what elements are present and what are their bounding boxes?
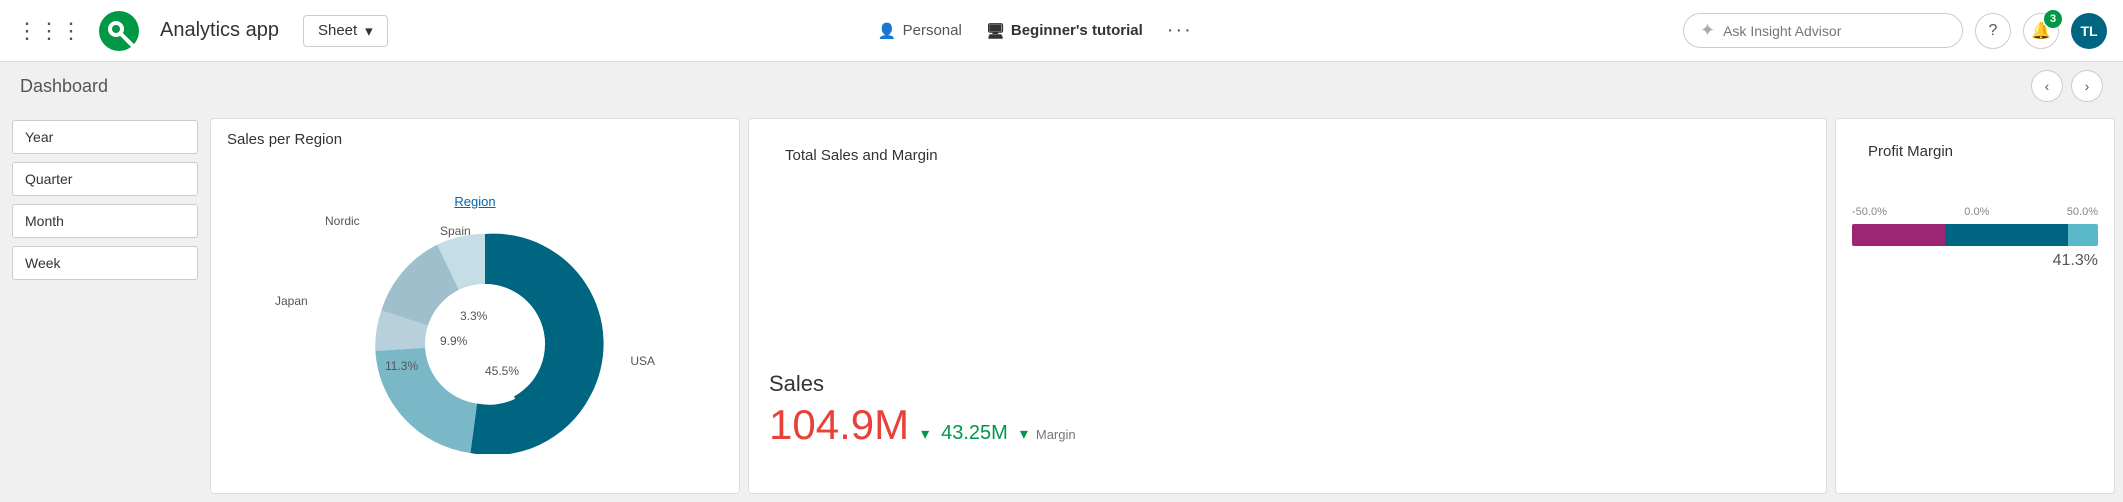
margin-label: Margin (1036, 427, 1076, 442)
margin-arrow-icon: ▾ (1020, 424, 1028, 444)
tutorial-button[interactable]: 🖥 Beginner's tutorial (986, 22, 1143, 40)
profit-bar-magenta (1852, 224, 1945, 246)
question-icon: ? (1989, 22, 1998, 40)
profit-value: 41.3% (1852, 252, 2098, 270)
nordic-label: Nordic (325, 214, 360, 228)
prev-sheet-button[interactable]: ‹ (2031, 70, 2063, 102)
notification-button[interactable]: 🔔 3 (2023, 13, 2059, 49)
filter-quarter[interactable]: Quarter (12, 162, 198, 196)
sales-region-title: Sales per Region (211, 119, 739, 154)
usa-label: USA (630, 354, 655, 368)
sales-per-region-panel: Sales per Region Region (210, 118, 740, 494)
axis-left: -50.0% (1852, 206, 1887, 218)
axis-center: 0.0% (1964, 206, 1989, 218)
personal-button[interactable]: 👤 Personal (878, 22, 962, 40)
profit-bar-teal (1945, 224, 2068, 246)
nav-right: ✦ ? 🔔 3 TL (1683, 13, 2107, 49)
total-sales-title: Total Sales and Margin (769, 135, 1806, 170)
profit-bar-light (2068, 224, 2098, 246)
more-menu-button[interactable]: ··· (1167, 19, 1193, 42)
japan-label: Japan (275, 294, 308, 308)
dashboard-nav: ‹ › (2031, 70, 2103, 102)
filter-month[interactable]: Month (12, 204, 198, 238)
spain-pct: 3.3% (460, 309, 487, 323)
axis-right: 50.0% (2067, 206, 2098, 218)
chevron-down-icon: ▾ (365, 22, 373, 40)
spain-label: Spain (440, 224, 471, 238)
donut-chart-svg (265, 194, 685, 454)
sales-region-chart: Region (211, 154, 739, 493)
monitor-icon: 🖥 (986, 22, 1005, 40)
notification-badge: 3 (2044, 10, 2062, 28)
sheet-label: Sheet (318, 22, 357, 39)
insight-advisor-bar[interactable]: ✦ (1683, 13, 1963, 48)
nav-center: 👤 Personal 🖥 Beginner's tutorial ··· (400, 19, 1671, 42)
sheet-dropdown[interactable]: Sheet ▾ (303, 15, 388, 47)
dashboard-header: Dashboard ‹ › (0, 62, 2123, 110)
total-sales-panel: Total Sales and Margin Sales 104.9M ▾ 43… (748, 118, 1827, 494)
main-content: Year Quarter Month Week Sales per Region… (0, 110, 2123, 502)
chart-center (375, 233, 603, 453)
profit-bar (1852, 224, 2098, 246)
avatar[interactable]: TL (2071, 13, 2107, 49)
usa-pct: 45.5% (485, 364, 519, 378)
grid-icon[interactable]: ⋮⋮⋮ (16, 18, 82, 44)
filter-week[interactable]: Week (12, 246, 198, 280)
down-arrow-icon: ▾ (921, 424, 929, 444)
sparkle-icon: ✦ (1700, 20, 1715, 41)
japan-pct: 11.3% (385, 359, 418, 373)
sales-main-value: 104.9M (769, 401, 909, 449)
topnav: ⋮⋮⋮ Analytics app Sheet ▾ 👤 Personal 🖥 B… (0, 0, 2123, 62)
next-sheet-button[interactable]: › (2071, 70, 2103, 102)
profit-margin-panel: Profit Margin -50.0% 0.0% 50.0% 41.3% (1835, 118, 2115, 494)
sidebar: Year Quarter Month Week (0, 110, 210, 502)
sales-label: Sales (769, 371, 1806, 401)
profit-axis: -50.0% 0.0% 50.0% (1852, 206, 2098, 218)
dashboard-title: Dashboard (20, 76, 108, 97)
qlik-logo[interactable] (98, 10, 140, 52)
region-legend-label: Region (454, 194, 495, 209)
other-pct: 9.9% (440, 334, 467, 348)
insight-advisor-input[interactable] (1723, 23, 1946, 39)
app-name: Analytics app (160, 19, 279, 42)
margin-value: 43.25M (941, 422, 1008, 445)
filter-year[interactable]: Year (12, 120, 198, 154)
sales-value-row: 104.9M ▾ 43.25M ▾ Margin (769, 401, 1806, 449)
person-icon: 👤 (878, 22, 897, 40)
help-button[interactable]: ? (1975, 13, 2011, 49)
panels-area: Sales per Region Region (210, 110, 2123, 502)
profit-margin-title: Profit Margin (1852, 131, 2098, 166)
